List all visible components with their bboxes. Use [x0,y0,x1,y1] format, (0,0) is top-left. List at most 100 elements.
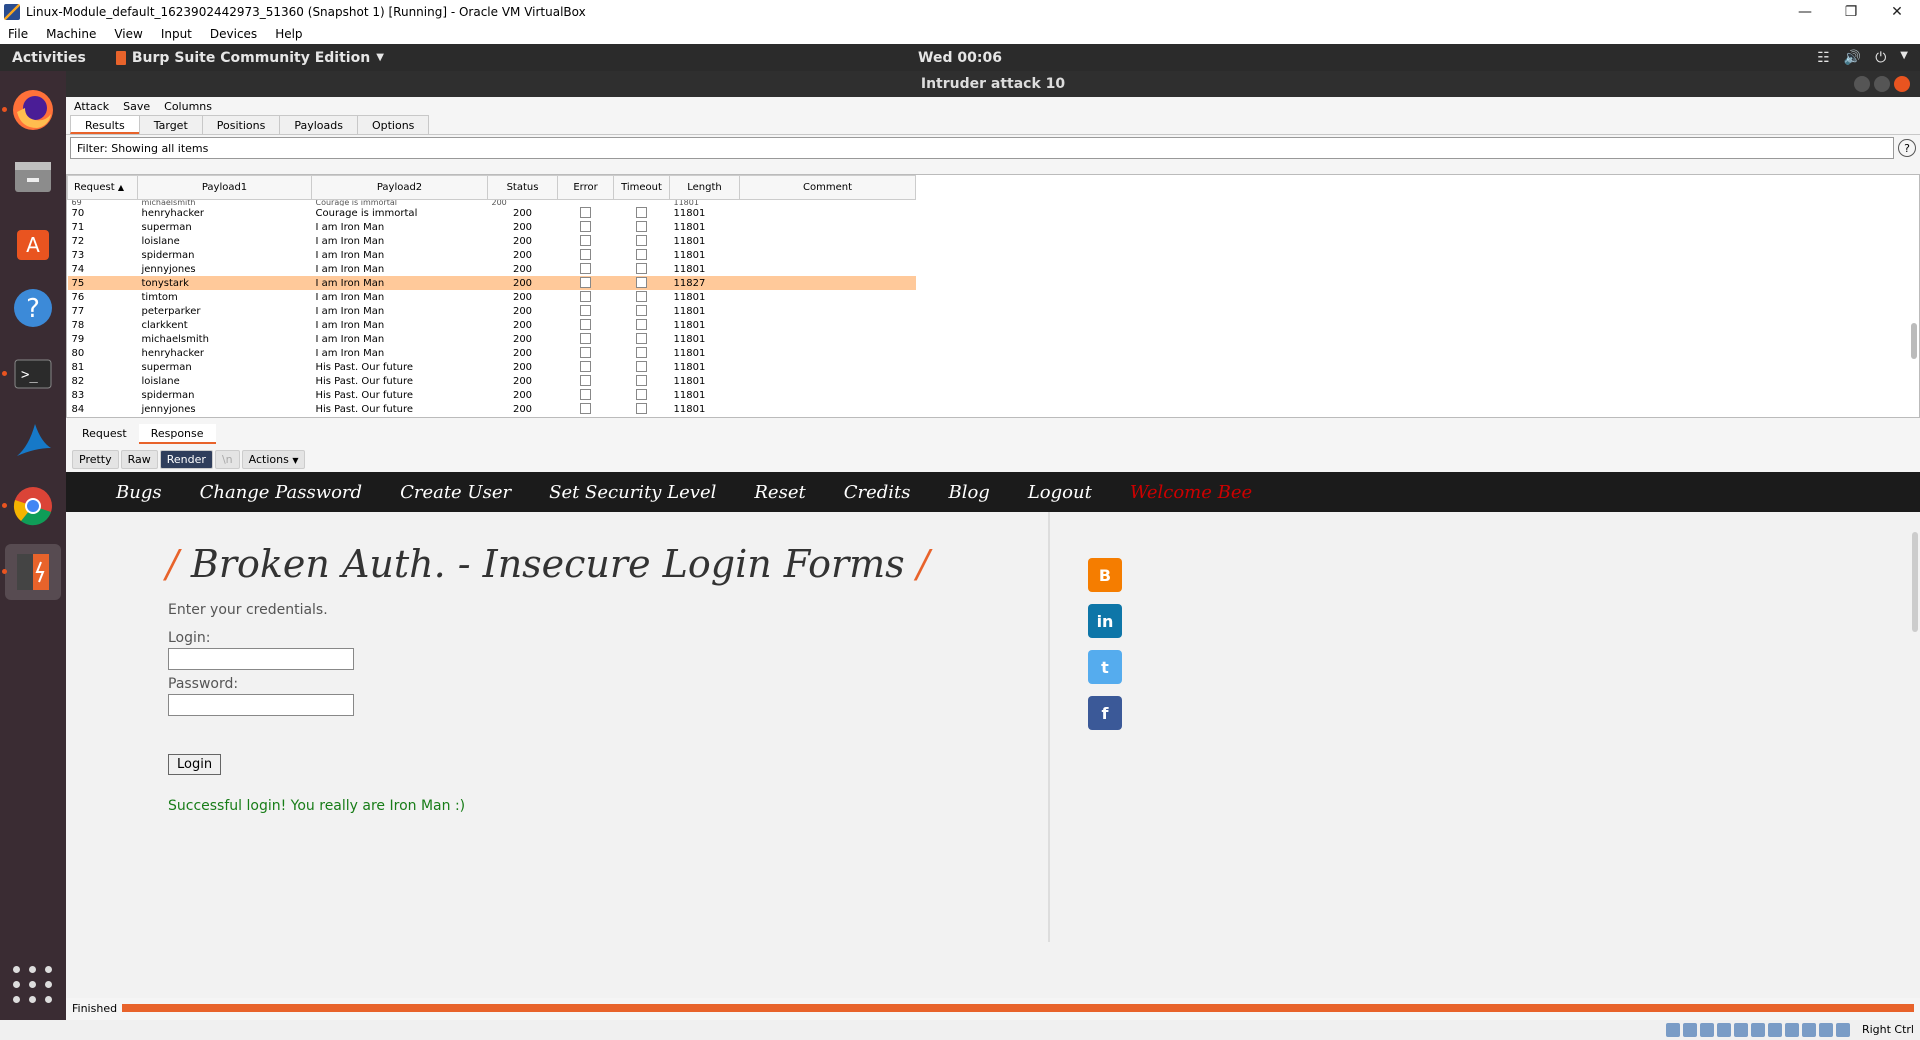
table-row[interactable]: 77 peterparker I am Iron Man 200 11801 [68,304,916,318]
column-length[interactable]: Length [669,175,740,200]
mouse-integration-icon[interactable] [1819,1023,1833,1037]
table-row[interactable]: 70 henryhacker Courage is immortal 200 11801 [68,206,916,220]
audio-icon[interactable] [1700,1023,1714,1037]
column-comment[interactable]: Comment [739,175,916,200]
table-row[interactable]: 72 loislane I am Iron Man 200 11801 [68,234,916,248]
pretty-button[interactable]: Pretty [72,450,119,469]
blogger-link[interactable]: B [1088,558,1122,592]
table-row[interactable]: 81 superman His Past. Our future 200 11801 [68,360,916,374]
nav-reset[interactable]: Reset [754,482,805,503]
error-checkbox [580,347,591,358]
nav-create-user[interactable]: Create User [400,482,511,503]
dock-wireshark[interactable] [5,412,61,468]
activities-button[interactable]: Activities [12,50,86,66]
optical-drive-icon[interactable] [1683,1023,1697,1037]
table-row[interactable]: 79 michaelsmith I am Iron Man 200 11801 [68,332,916,346]
results-scrollbar[interactable] [1911,323,1917,359]
dock-firefox[interactable] [2,82,61,138]
minimize-button[interactable]: — [1782,0,1828,24]
menu-input[interactable]: Input [161,27,192,41]
network-icon: ☷ [1817,49,1830,66]
nav-change-password[interactable]: Change Password [200,482,362,503]
linkedin-icon: in [1096,611,1114,631]
newline-button[interactable]: \n [214,450,240,469]
network-icon[interactable] [1717,1023,1731,1037]
display-icon[interactable] [1768,1023,1782,1037]
nav-blog[interactable]: Blog [948,482,989,503]
column-payload2[interactable]: Payload2 [311,175,488,200]
menu-machine[interactable]: Machine [46,27,96,41]
timeout-checkbox [636,235,647,246]
table-row[interactable]: 71 superman I am Iron Man 200 11801 [68,220,916,234]
table-row[interactable]: 73 spiderman I am Iron Man 200 11801 [68,248,916,262]
table-row[interactable]: 78 clarkkent I am Iron Man 200 11801 [68,318,916,332]
twitter-link[interactable]: t [1088,650,1122,684]
cpu-icon[interactable] [1802,1023,1816,1037]
dock-burp-suite[interactable] [2,544,61,600]
tab-target[interactable]: Target [138,115,203,134]
column-timeout[interactable]: Timeout [613,175,670,200]
menu-columns[interactable]: Columns [164,100,212,113]
burp-close-button[interactable] [1894,76,1910,92]
menu-attack[interactable]: Attack [74,100,109,113]
dock-files[interactable] [5,148,61,204]
linkedin-link[interactable]: in [1088,604,1122,638]
filter-bar[interactable]: Filter: Showing all items [70,137,1894,159]
menu-devices[interactable]: Devices [210,27,257,41]
restore-button[interactable]: ❐ [1828,0,1874,24]
nav-credits[interactable]: Credits [844,482,911,503]
menu-help[interactable]: Help [275,27,302,41]
shared-folders-icon[interactable] [1751,1023,1765,1037]
close-button[interactable]: ✕ [1874,0,1920,24]
burp-minimize-button[interactable] [1854,76,1870,92]
dock-chrome[interactable] [2,478,61,534]
tab-positions[interactable]: Positions [201,115,281,134]
nav-logout[interactable]: Logout [1028,482,1092,503]
menu-view[interactable]: View [114,27,142,41]
table-row[interactable]: 83 spiderman His Past. Our future 200 11801 [68,388,916,402]
clock[interactable]: Wed 00:06 [918,50,1002,66]
dock-help[interactable]: ? [5,280,61,336]
column-payload1[interactable]: Payload1 [137,175,312,200]
help-icon[interactable]: ? [1898,139,1916,157]
show-applications-button[interactable] [5,956,61,1012]
nav-bugs[interactable]: Bugs [116,482,162,503]
facebook-link[interactable]: f [1088,696,1122,730]
filter-row: Filter: Showing all items ? [70,136,1916,160]
tab-request[interactable]: Request [70,424,139,444]
menu-save[interactable]: Save [123,100,150,113]
tab-options[interactable]: Options [356,115,430,134]
harddisk-icon[interactable] [1666,1023,1680,1037]
tab-results[interactable]: Results [70,115,140,134]
cell-status: 200 [512,249,533,261]
tab-response[interactable]: Response [138,424,216,444]
app-menu[interactable]: Burp Suite Community Edition ▼ [115,50,384,66]
column-request[interactable]: Request ▲ [67,175,138,200]
usb-icon[interactable] [1734,1023,1748,1037]
table-row[interactable]: 74 jennyjones I am Iron Man 200 11801 [68,262,916,276]
login-button[interactable]: Login [168,754,222,775]
render-button[interactable]: Render [159,450,213,469]
dock-software[interactable]: A [5,214,61,270]
column-error[interactable]: Error [557,175,614,200]
table-row[interactable]: 82 loislane His Past. Our future 200 11801 [68,374,916,388]
tab-payloads[interactable]: Payloads [279,115,358,134]
menu-file[interactable]: File [8,27,28,41]
recording-icon[interactable] [1785,1023,1799,1037]
table-row[interactable]: 80 henryhacker I am Iron Man 200 11801 [68,346,916,360]
burp-maximize-button[interactable] [1874,76,1890,92]
error-checkbox [580,221,591,232]
password-field[interactable] [168,694,354,716]
table-row[interactable]: 76 timtom I am Iron Man 200 11801 [68,290,916,304]
column-status[interactable]: Status [487,175,558,200]
login-field[interactable] [168,648,354,670]
render-scrollbar[interactable] [1912,532,1918,632]
system-tray[interactable]: ☷ 🔊 ⏻ ▼ [1817,50,1908,66]
nav-set-security-level[interactable]: Set Security Level [549,482,716,503]
actions-button[interactable]: Actions ▼ [241,450,306,469]
keyboard-icon[interactable] [1836,1023,1850,1037]
dock-terminal[interactable]: >_ [2,346,61,402]
table-row[interactable]: 84 jennyjones His Past. Our future 200 11801 [68,402,916,416]
table-row[interactable]: 75 tonystark I am Iron Man 200 11827 [67,276,916,290]
raw-button[interactable]: Raw [120,450,158,469]
